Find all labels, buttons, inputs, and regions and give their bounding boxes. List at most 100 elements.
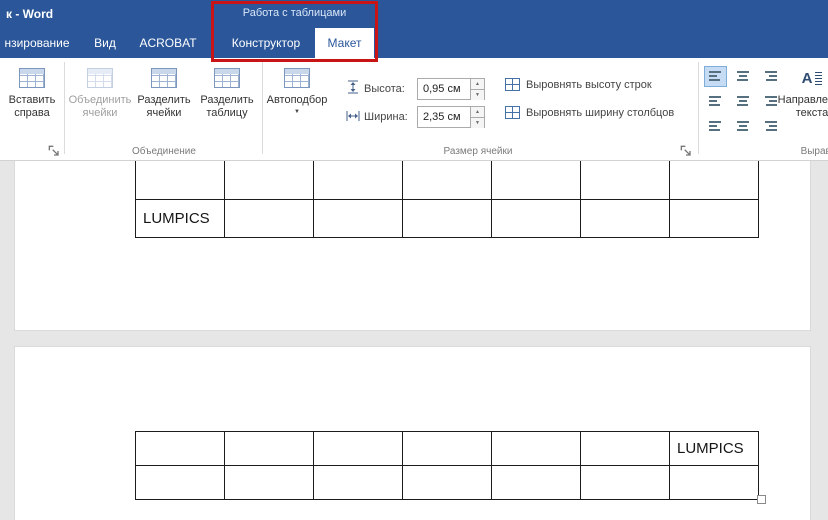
table-2: LUMPICS: [135, 431, 759, 500]
table-cell[interactable]: [314, 161, 403, 199]
table-cell[interactable]: [314, 432, 403, 466]
spin-down-icon[interactable]: ▼: [471, 118, 484, 128]
table-cell[interactable]: [403, 199, 492, 237]
split-table-label: Разделить таблицу: [200, 94, 253, 120]
ribbon-tab-bar: нзирование Вид ACROBAT Конструктор Макет…: [0, 28, 828, 58]
spin-up-icon[interactable]: ▲: [471, 79, 484, 90]
table-resize-handle[interactable]: [757, 495, 766, 504]
width-value[interactable]: 2,35 см: [418, 107, 470, 127]
align-bottom-center-button[interactable]: [731, 114, 754, 135]
text-direction-label: Направление текста: [778, 94, 828, 120]
table-row: LUMPICS: [136, 199, 759, 237]
table-cell[interactable]: [314, 199, 403, 237]
tab-design[interactable]: Конструктор: [222, 28, 310, 58]
distribute-columns-icon: [505, 106, 520, 119]
width-spinner: ▲ ▼: [470, 107, 484, 127]
table-cell[interactable]: [225, 161, 314, 199]
table-cell-lumpics[interactable]: LUMPICS: [670, 432, 759, 466]
group-separator: [64, 62, 65, 154]
row-height-icon: [347, 80, 359, 94]
autofit-label: Автоподбор: [267, 94, 328, 106]
page-2[interactable]: LUMPICS: [14, 346, 811, 520]
align-top-right-button[interactable]: [758, 66, 781, 87]
tab-view[interactable]: Вид: [88, 28, 122, 58]
table-cell[interactable]: [581, 161, 670, 199]
table-cell[interactable]: [225, 199, 314, 237]
group-label-alignment: Выравнивание: [780, 146, 828, 157]
group-label-merge: Объединение: [68, 146, 260, 157]
table-cell[interactable]: [314, 466, 403, 500]
height-field-label: Высота:: [364, 83, 405, 95]
align-bottom-left-button[interactable]: [704, 114, 727, 135]
table-cell-lumpics[interactable]: LUMPICS: [136, 199, 225, 237]
table-cell[interactable]: [492, 161, 581, 199]
height-value[interactable]: 0,95 см: [418, 79, 470, 99]
align-center-left-button[interactable]: [704, 90, 727, 111]
table-cell[interactable]: [581, 199, 670, 237]
merge-cells-label: Объединить ячейки: [69, 94, 132, 120]
alignment-grid: [704, 66, 781, 135]
insert-right-icon: [19, 68, 45, 88]
spin-up-icon[interactable]: ▲: [471, 107, 484, 118]
table-cell[interactable]: [136, 161, 225, 199]
table-cell[interactable]: [492, 199, 581, 237]
spin-down-icon[interactable]: ▼: [471, 90, 484, 100]
distribute-rows-button[interactable]: Выровнять высоту строк: [505, 78, 652, 91]
align-center-right-icon: [763, 95, 777, 107]
align-center-center-button[interactable]: [731, 90, 754, 111]
table-cell[interactable]: [581, 466, 670, 500]
split-cells-label: Разделить ячейки: [137, 94, 190, 120]
table-cell[interactable]: [403, 161, 492, 199]
column-width-icon: [346, 110, 360, 122]
window-title: к - Word: [6, 7, 53, 21]
tab-layout[interactable]: Макет: [315, 28, 374, 58]
align-top-right-icon: [763, 71, 777, 83]
tab-acrobat[interactable]: ACROBAT: [134, 28, 202, 58]
table-cell[interactable]: [225, 466, 314, 500]
distribute-rows-label: Выровнять высоту строк: [526, 79, 652, 91]
insert-right-button[interactable]: Вставить справа: [4, 64, 60, 146]
word-window: к - Word Работа с таблицами нзирование В…: [0, 0, 828, 520]
distribute-columns-button[interactable]: Выровнять ширину столбцов: [505, 106, 674, 119]
align-top-center-icon: [736, 71, 750, 83]
table-cell[interactable]: [492, 466, 581, 500]
merge-cells-icon: [87, 68, 113, 88]
align-bottom-left-icon: [709, 119, 723, 131]
text-direction-icon: A: [799, 68, 825, 88]
tab-review-partial[interactable]: нзирование: [2, 28, 72, 58]
width-field[interactable]: 2,35 см ▲ ▼: [417, 106, 485, 128]
table-cell[interactable]: [403, 432, 492, 466]
table-row: [136, 161, 759, 199]
width-field-label: Ширина:: [364, 111, 408, 123]
split-cells-button[interactable]: Разделить ячейки: [133, 64, 195, 146]
table-cell[interactable]: [136, 432, 225, 466]
align-bottom-right-icon: [763, 119, 777, 131]
table-cell[interactable]: [403, 466, 492, 500]
table-cell[interactable]: [136, 466, 225, 500]
table-row: [136, 466, 759, 500]
height-spinner: ▲ ▼: [470, 79, 484, 99]
align-top-center-button[interactable]: [731, 66, 754, 87]
rows-columns-dialog-launcher-icon[interactable]: [48, 145, 60, 157]
align-bottom-center-icon: [736, 119, 750, 131]
table-cell[interactable]: [492, 432, 581, 466]
contextual-tab-group-label: Работа с таблицами: [211, 7, 378, 19]
split-table-icon: [214, 68, 240, 88]
align-top-left-button[interactable]: [704, 66, 727, 87]
table-1: LUMPICS: [135, 161, 759, 238]
table-cell[interactable]: [670, 466, 759, 500]
cell-size-dialog-launcher-icon[interactable]: [680, 145, 692, 157]
split-cells-icon: [151, 68, 177, 88]
align-center-left-icon: [709, 95, 723, 107]
page-1[interactable]: LUMPICS: [14, 161, 811, 331]
table-cell[interactable]: [225, 432, 314, 466]
height-field[interactable]: 0,95 см ▲ ▼: [417, 78, 485, 100]
table-cell[interactable]: [670, 199, 759, 237]
text-direction-button[interactable]: A Направление текста: [780, 64, 828, 146]
split-table-button[interactable]: Разделить таблицу: [196, 64, 258, 146]
merge-cells-button[interactable]: Объединить ячейки: [68, 64, 132, 146]
autofit-button[interactable]: Автоподбор ▼: [266, 64, 328, 146]
table-cell[interactable]: [581, 432, 670, 466]
document-area: LUMPICS LUMPICS: [0, 161, 828, 520]
table-cell[interactable]: [670, 161, 759, 199]
